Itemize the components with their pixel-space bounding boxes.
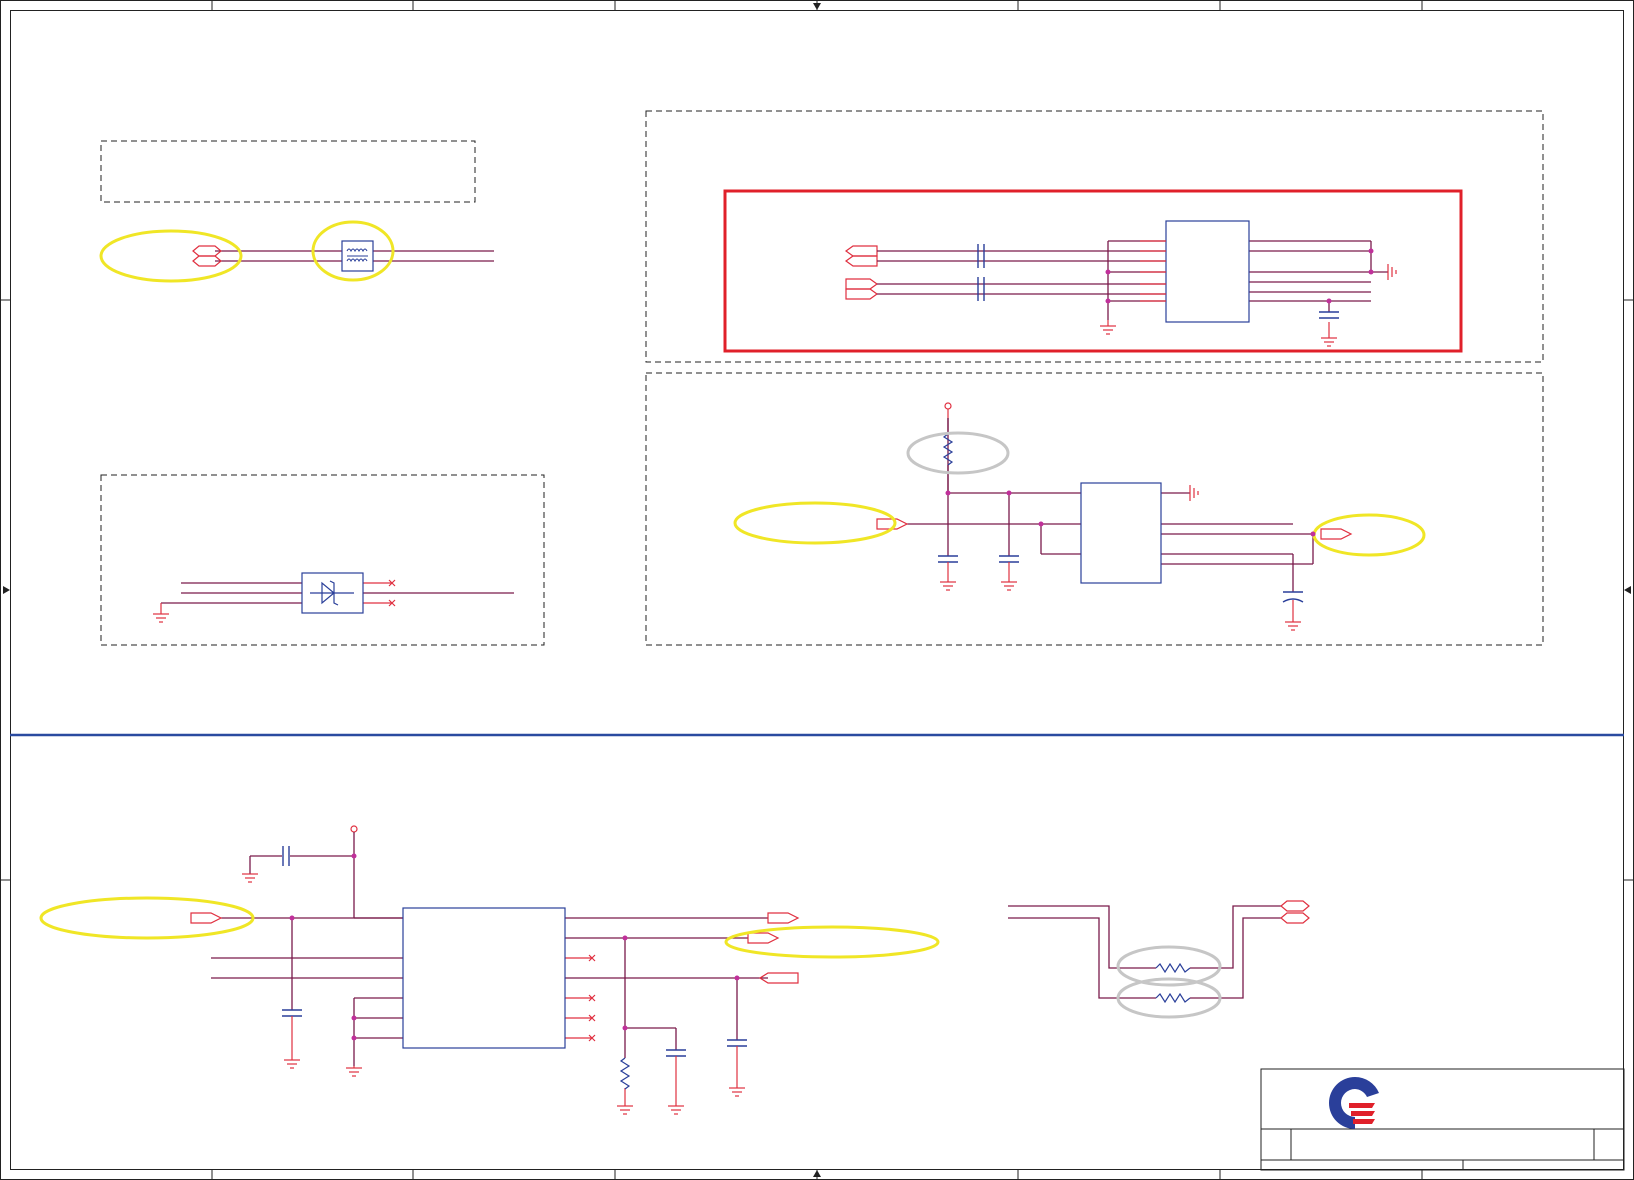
output-port <box>747 932 780 944</box>
center-markers <box>3 3 1631 1177</box>
group-box-bottom-left <box>100 474 545 646</box>
selection-box <box>723 189 1463 353</box>
output-port <box>767 912 800 924</box>
ground-symbol <box>1321 337 1337 347</box>
highlight-pullup-resistor <box>906 431 1010 475</box>
ground-symbol <box>1100 325 1116 335</box>
group-box-top-left <box>100 140 476 203</box>
output-port <box>1320 528 1353 540</box>
buffer-ic <box>1080 482 1162 584</box>
series-resistor <box>1155 962 1191 974</box>
highlight-output-port <box>1312 513 1426 557</box>
drawing-frame <box>0 0 1634 1180</box>
input-port-pair-b <box>845 278 879 300</box>
termination-circuit <box>1008 900 1310 1019</box>
coupling-capacitors <box>977 244 985 301</box>
title-block <box>1260 1068 1625 1171</box>
diff-port-connector <box>192 245 222 267</box>
highlight-connector <box>99 229 243 283</box>
highlight-input-port <box>733 501 897 545</box>
power-rail-icon <box>944 402 952 410</box>
company-logo <box>1329 1077 1379 1129</box>
power-rail-icon <box>350 825 358 833</box>
chassis-ground-icon <box>1387 264 1397 280</box>
transceiver-ic <box>1165 220 1250 323</box>
pulldown-resistor <box>619 1057 631 1090</box>
buffer-circuit <box>733 402 1426 631</box>
input-port <box>190 912 223 924</box>
input-port-pair-a <box>844 245 878 267</box>
diff-port-connector <box>1280 900 1310 924</box>
ground-symbol <box>940 581 1301 631</box>
level-shifter-ic <box>402 907 566 1049</box>
highlight-output-port <box>724 925 940 959</box>
series-resistor <box>1155 992 1191 1004</box>
ground-symbol <box>153 613 169 623</box>
level-shifter-circuit <box>39 825 940 1115</box>
group-box-top-right <box>645 110 1544 363</box>
choke-circuit <box>99 220 494 283</box>
decoupling-capacitor <box>1319 311 1339 319</box>
transceiver-circuit <box>723 189 1463 353</box>
tvs-circuit <box>153 572 514 623</box>
chassis-ground-icon <box>1189 485 1199 501</box>
schematic-sheet <box>0 0 1634 1180</box>
